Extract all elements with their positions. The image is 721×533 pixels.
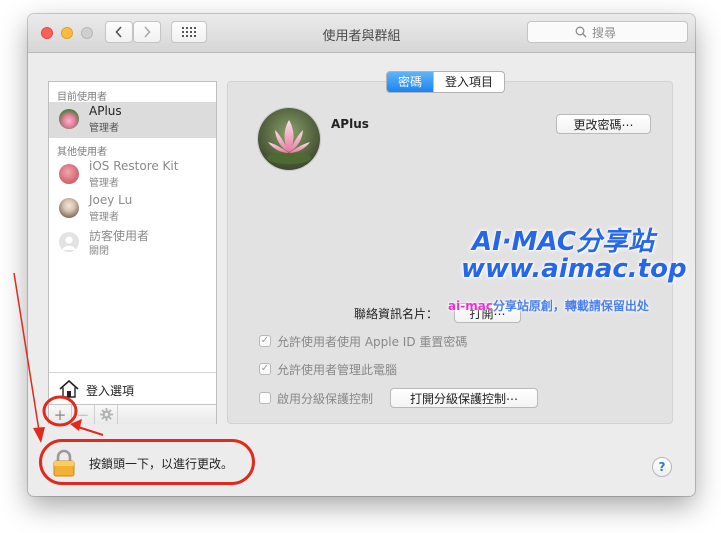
- login-options-label: 登入選項: [86, 384, 135, 398]
- login-options-item[interactable]: 登入選項: [49, 372, 216, 405]
- check-icon: ✓: [260, 363, 270, 374]
- user-role: 管理者: [89, 123, 119, 134]
- lock-control[interactable]: 按鎖頭一下，以進行更改。: [39, 439, 255, 485]
- watermark-title: AI·MAC分享站: [472, 227, 654, 257]
- user-name: Joey Lu: [89, 193, 133, 207]
- tab-password[interactable]: 密碼: [387, 72, 434, 92]
- lock-message: 按鎖頭一下，以進行更改。: [89, 457, 234, 471]
- parental-option[interactable]: 啟用分級保護控制: [259, 390, 373, 406]
- parental-controls-button[interactable]: 打開分級保護控制⋯: [390, 388, 538, 408]
- user-item-ios-restore-kit[interactable]: iOS Restore Kit 管理者: [49, 157, 216, 193]
- contact-card-label: 聯絡資訊名片：: [354, 307, 439, 321]
- admin-option[interactable]: ✓ 允許使用者管理此電腦: [259, 361, 397, 377]
- parental-label: 啟用分級保護控制: [277, 391, 374, 406]
- user-role: 關閉: [89, 246, 109, 257]
- house-icon: [59, 379, 79, 398]
- help-button[interactable]: ?: [652, 457, 672, 477]
- admin-label: 允許使用者管理此電腦: [277, 362, 398, 377]
- other-users-header: 其他使用者: [57, 147, 107, 158]
- search-placeholder: 搜尋: [592, 25, 617, 40]
- title-bar: 使用者與群組 搜尋: [28, 14, 695, 53]
- user-item-guest[interactable]: 訪客使用者 關閉: [49, 225, 216, 261]
- user-role: 管理者: [89, 212, 119, 223]
- add-user-button[interactable]: +: [49, 405, 72, 424]
- user-full-name: APlus: [331, 117, 369, 131]
- user-item-joey-lu[interactable]: Joey Lu 管理者: [49, 191, 216, 227]
- check-icon: ✓: [260, 335, 270, 346]
- preferences-window: 使用者與群組 搜尋 目前使用者 APlus 管理者 其他使用者 iOS Rest…: [28, 14, 695, 496]
- watermark-notice: ai-mac分享站原創，轉載請保留出处: [448, 297, 649, 314]
- search-field[interactable]: 搜尋: [527, 21, 688, 43]
- tab-bar: 密碼 登入項目: [386, 71, 506, 93]
- search-icon: [575, 26, 587, 38]
- user-photo[interactable]: [257, 107, 321, 171]
- guest-user-icon: [59, 232, 79, 252]
- lock-icon[interactable]: [52, 449, 76, 477]
- gear-icon: [99, 408, 113, 421]
- minus-icon: −: [76, 405, 90, 424]
- watermark-notice-brand: ai-mac: [448, 299, 493, 313]
- avatar-icon: [59, 198, 79, 218]
- lotus-photo-icon: [258, 108, 320, 170]
- lotus-avatar-icon: [59, 109, 79, 129]
- change-password-button[interactable]: 更改密碼⋯: [556, 114, 651, 134]
- appleid-reset-label: 允許使用者使用 Apple ID 重置密碼: [277, 334, 468, 349]
- admin-checkbox[interactable]: ✓: [259, 363, 271, 375]
- watermark-url: www.aimac.top: [461, 254, 687, 284]
- appleid-reset-option[interactable]: ✓ 允許使用者使用 Apple ID 重置密碼: [259, 333, 467, 349]
- tab-login-items[interactable]: 登入項目: [433, 72, 504, 92]
- list-toolbar: + −: [49, 404, 216, 424]
- action-menu-button[interactable]: [95, 405, 118, 424]
- parental-checkbox[interactable]: [259, 392, 271, 404]
- appleid-reset-checkbox[interactable]: ✓: [259, 335, 271, 347]
- user-name: APlus: [89, 104, 122, 118]
- user-name: iOS Restore Kit: [89, 159, 179, 173]
- avatar-icon: [59, 164, 79, 184]
- user-item-aplus[interactable]: APlus 管理者: [49, 102, 216, 138]
- user-role: 管理者: [89, 178, 119, 189]
- user-list: 目前使用者 APlus 管理者 其他使用者 iOS Restore Kit 管理…: [48, 81, 217, 424]
- remove-user-button[interactable]: −: [72, 405, 95, 424]
- watermark-notice-text: 分享站原創，轉載請保留出处: [492, 299, 649, 313]
- plus-icon: +: [53, 405, 67, 424]
- current-users-header: 目前使用者: [57, 92, 107, 103]
